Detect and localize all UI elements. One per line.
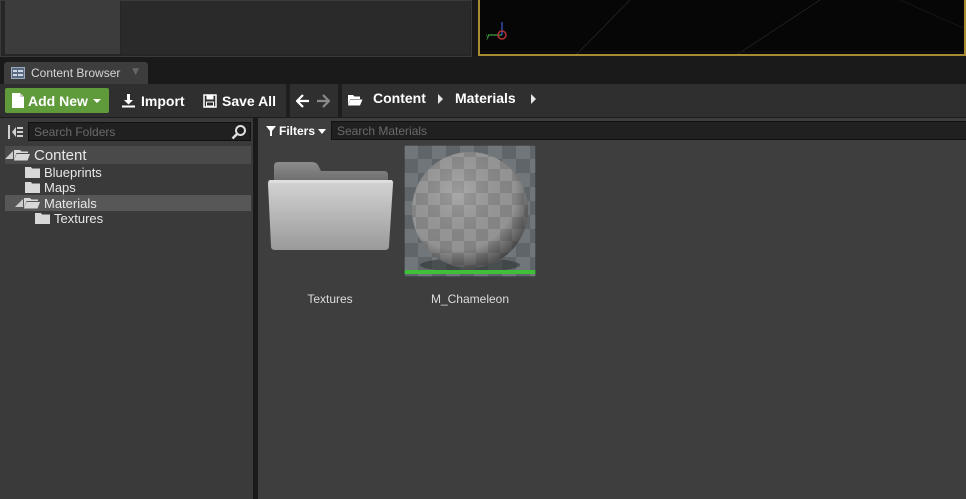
folder-open-icon xyxy=(14,150,30,161)
tree-item-materials[interactable]: Materials xyxy=(5,195,251,211)
open-folder-icon xyxy=(348,95,363,106)
content-browser-icon xyxy=(11,67,25,79)
toolbar-separator xyxy=(286,84,290,118)
top-left-panel xyxy=(0,0,472,57)
panel-region xyxy=(121,1,470,54)
tree-item-content[interactable]: Content xyxy=(5,146,251,164)
add-new-button[interactable]: Add New xyxy=(5,88,109,113)
tab-label: Content Browser xyxy=(31,66,121,80)
tree-item-textures[interactable]: Textures xyxy=(5,210,251,227)
folder-open-icon xyxy=(24,198,40,209)
axis-gizmo-icon: y xyxy=(486,22,507,40)
expand-arrow-icon[interactable] xyxy=(5,151,13,159)
breadcrumb-materials[interactable]: Materials xyxy=(455,90,516,106)
search-assets-input[interactable]: Search Materials xyxy=(331,121,966,140)
import-label: Import xyxy=(141,92,185,109)
forward-arrow-icon[interactable] xyxy=(316,94,330,108)
asset-tile-material[interactable]: M_Chameleon xyxy=(404,145,536,315)
back-arrow-icon[interactable] xyxy=(296,94,310,108)
search-folders-placeholder: Search Folders xyxy=(34,124,116,139)
tree-item-label: Textures xyxy=(54,211,104,226)
content-browser-toolbar: Add New Import Save All Content Material… xyxy=(0,84,966,118)
sources-panel: Search Folders Content Blueprints Maps M… xyxy=(0,118,254,499)
asset-name-label: Textures xyxy=(307,292,353,306)
import-icon xyxy=(122,94,135,108)
folder-icon xyxy=(35,213,50,224)
tree-item-label: Materials xyxy=(44,195,97,211)
chevron-down-icon xyxy=(92,98,101,103)
viewport-grid xyxy=(480,0,964,54)
tree-item-label: Maps xyxy=(44,180,76,195)
svg-text:y: y xyxy=(486,33,490,40)
material-sphere-thumbnail-icon xyxy=(404,145,536,277)
tab-content-browser[interactable]: Content Browser ▼ xyxy=(4,62,148,84)
new-file-icon xyxy=(12,93,24,108)
toolbar-separator xyxy=(338,84,342,118)
panel-region xyxy=(5,1,120,54)
level-viewport[interactable]: y xyxy=(478,0,966,56)
tree-item-label: Content xyxy=(34,146,87,164)
asset-tile-folder[interactable]: Textures xyxy=(258,118,398,313)
folder-icon xyxy=(25,182,40,193)
folder-icon xyxy=(25,167,40,178)
expand-arrow-icon[interactable] xyxy=(15,199,23,207)
tab-bar: Content Browser ▼ xyxy=(0,57,966,84)
search-folders-input[interactable]: Search Folders xyxy=(28,122,251,141)
save-icon xyxy=(203,93,217,108)
breadcrumb-arrow-icon[interactable] xyxy=(438,94,443,104)
tree-item-label: Blueprints xyxy=(44,165,102,180)
import-button[interactable]: Import xyxy=(121,88,185,113)
search-icon[interactable] xyxy=(231,124,247,140)
save-all-label: Save All xyxy=(222,92,276,109)
folder-thumbnail-icon xyxy=(268,162,394,250)
breadcrumb-content[interactable]: Content xyxy=(373,90,426,106)
asset-view-panel: Filters Search Materials Textures M_Cham… xyxy=(258,118,966,499)
add-new-label: Add New xyxy=(28,92,88,109)
toggle-sources-icon[interactable] xyxy=(7,124,24,140)
asset-name-label: M_Chameleon xyxy=(430,292,510,306)
tree-item-maps[interactable]: Maps xyxy=(5,179,251,196)
save-all-button[interactable]: Save All xyxy=(203,88,276,113)
breadcrumb-arrow-icon[interactable] xyxy=(531,94,536,104)
tab-menu-icon[interactable]: ▼ xyxy=(132,67,139,77)
